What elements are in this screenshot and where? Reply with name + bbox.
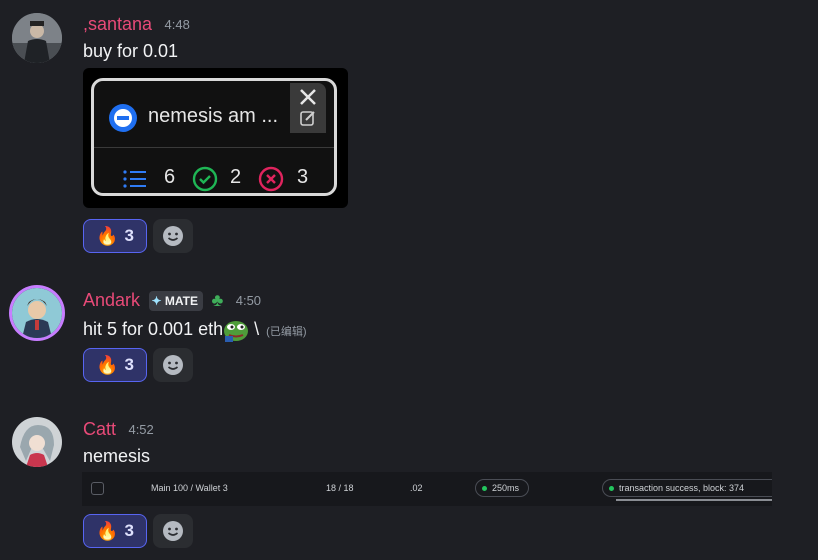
- reaction-fire[interactable]: 🔥 3: [83, 219, 147, 253]
- card-title: nemesis am ...: [148, 105, 279, 127]
- edit-icon: [300, 111, 315, 126]
- status-dot: [482, 485, 487, 491]
- list-icon: [123, 170, 146, 188]
- card-divider: [94, 147, 334, 148]
- reaction-count: 3: [124, 521, 134, 540]
- message-andark: Andark ✦ MATE ♣ 4:50 hit 5 for 0.001 eth…: [0, 280, 818, 390]
- fire-emoji: 🔥: [96, 225, 119, 246]
- add-reaction-button[interactable]: [153, 348, 193, 382]
- progress-cell: 18 / 18: [326, 483, 354, 493]
- message-santana: ,santana 4:48 buy for 0.01 nemesis am ..…: [0, 0, 818, 260]
- reaction-count: 3: [124, 355, 134, 374]
- avatar[interactable]: [12, 13, 62, 63]
- edited-label: (已编辑): [266, 325, 307, 338]
- x-circle-icon: [258, 166, 284, 192]
- status-pill: transaction success, block: 374: [602, 479, 772, 497]
- add-reaction-button[interactable]: [153, 219, 193, 253]
- message-text: buy for 0.01: [83, 41, 179, 61]
- embedded-image[interactable]: nemesis am ... 6 2 3: [83, 68, 348, 208]
- message-body: hit 5 for 0.001 eth \ (已编辑): [83, 318, 306, 342]
- badge-label: MATE: [164, 293, 199, 308]
- status-dot: [609, 485, 614, 491]
- username[interactable]: Catt: [83, 419, 116, 439]
- role-badge[interactable]: ✦ MATE: [148, 290, 204, 311]
- close-icon: [300, 89, 316, 105]
- reaction-fire[interactable]: 🔥 3: [83, 514, 147, 548]
- latency-pill: 250ms: [475, 479, 529, 497]
- status-underline: [616, 499, 772, 501]
- clover-icon: ♣: [211, 290, 224, 310]
- smile-icon: [163, 226, 183, 246]
- smile-icon: [163, 355, 183, 375]
- pepe-emoji-icon: [224, 321, 249, 342]
- reaction-fire[interactable]: 🔥 3: [83, 348, 147, 382]
- message-text: nemesis: [83, 446, 151, 466]
- close-panel[interactable]: [290, 83, 326, 133]
- failed-count: 3: [297, 166, 309, 188]
- timestamp: 4:52: [128, 422, 154, 437]
- diamond-icon: ✦: [151, 293, 162, 308]
- token-icon: [109, 104, 137, 132]
- message-text: hit 5 for 0.001 eth: [83, 318, 224, 339]
- success-count: 2: [230, 166, 242, 188]
- fire-emoji: 🔥: [96, 520, 119, 541]
- username[interactable]: Andark: [83, 290, 140, 310]
- amount-cell: .02: [410, 483, 423, 493]
- timestamp: 4:48: [164, 17, 190, 32]
- chat-messages: ,santana 4:48 buy for 0.01 nemesis am ..…: [0, 0, 818, 560]
- timestamp: 4:50: [235, 293, 262, 308]
- username[interactable]: ,santana: [83, 14, 152, 34]
- check-circle-icon: [192, 166, 218, 192]
- latency-value: 250ms: [492, 483, 520, 493]
- row-checkbox[interactable]: [91, 482, 104, 495]
- smile-icon: [163, 521, 183, 541]
- total-count: 6: [164, 166, 176, 188]
- avatar[interactable]: [12, 417, 62, 467]
- avatar[interactable]: [12, 288, 62, 338]
- screenshot-table-row[interactable]: Main 100 / Wallet 3 18 / 18 .02 250ms tr…: [82, 472, 772, 506]
- wallet-card: nemesis am ... 6 2 3: [91, 78, 337, 196]
- reaction-count: 3: [124, 226, 134, 245]
- add-reaction-button[interactable]: [153, 514, 193, 548]
- message-suffix: \: [254, 318, 260, 339]
- status-text: transaction success, block: 374: [619, 483, 745, 493]
- wallet-name-cell: Main 100 / Wallet 3: [151, 483, 228, 493]
- fire-emoji: 🔥: [96, 354, 119, 375]
